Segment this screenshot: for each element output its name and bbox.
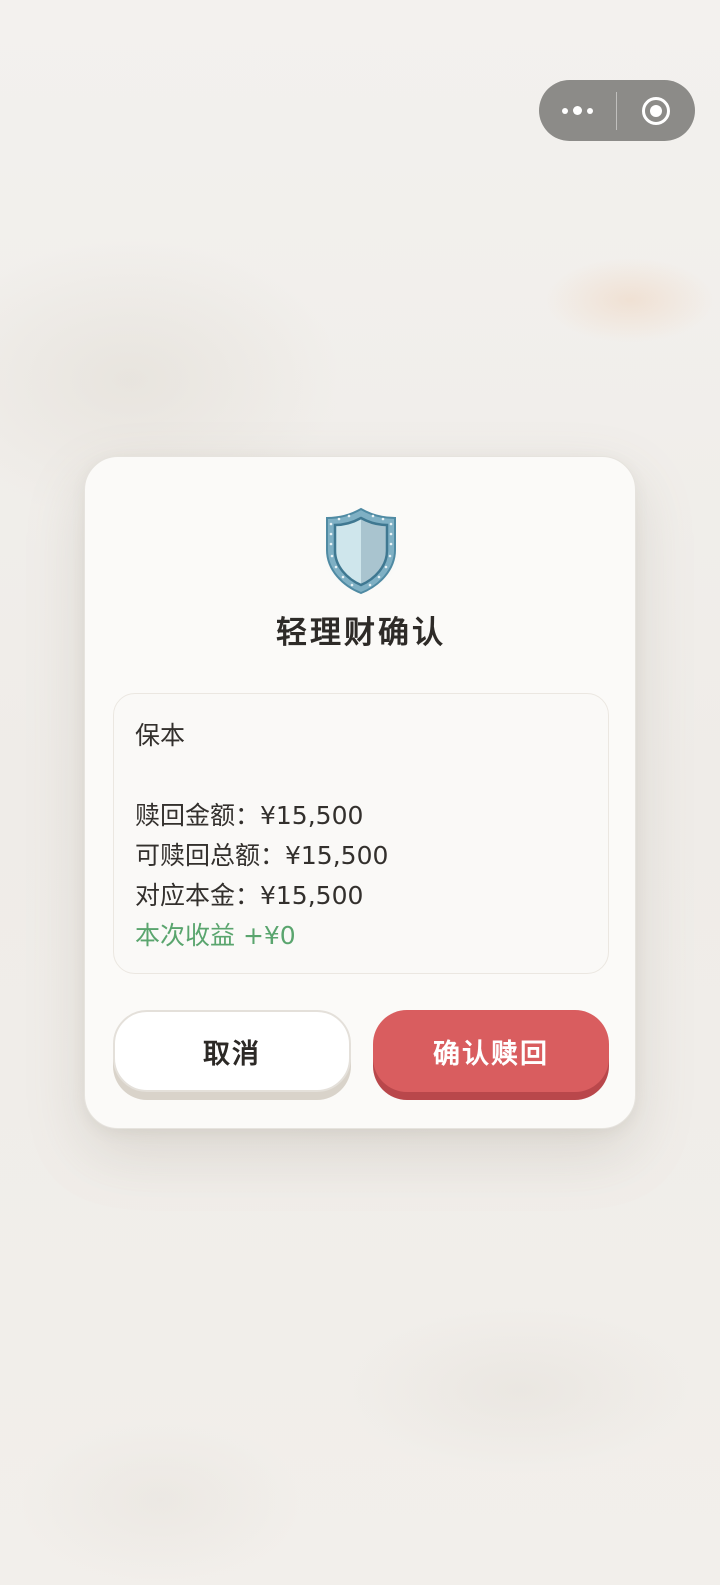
mini-program-capsule <box>539 80 695 141</box>
product-type-label: 保本 <box>135 721 186 750</box>
redeem-confirm-dialog: 轻理财确认 保本 赎回金额：¥15,500 可赎回总额：¥15,500 对应本金… <box>84 456 636 1129</box>
redeemable-total: 可赎回总额：¥15,500 <box>135 841 389 870</box>
redeem-info-box: 保本 赎回金额：¥15,500 可赎回总额：¥15,500 对应本金：¥15,5… <box>113 693 609 974</box>
principal-amount: 对应本金：¥15,500 <box>135 881 364 910</box>
cancel-button[interactable]: 取消 <box>113 1010 351 1092</box>
gain-amount: 本次收益 +¥0 <box>135 921 296 950</box>
confirm-redeem-button[interactable]: 确认赎回 <box>373 1010 609 1092</box>
close-button[interactable] <box>617 80 695 141</box>
more-dots-icon <box>562 106 593 115</box>
redeem-amount: 赎回金额：¥15,500 <box>135 801 364 830</box>
shield-icon <box>315 501 407 601</box>
dialog-title: 轻理财确认 <box>276 615 446 651</box>
close-target-icon <box>642 96 670 125</box>
more-button[interactable] <box>539 80 616 141</box>
